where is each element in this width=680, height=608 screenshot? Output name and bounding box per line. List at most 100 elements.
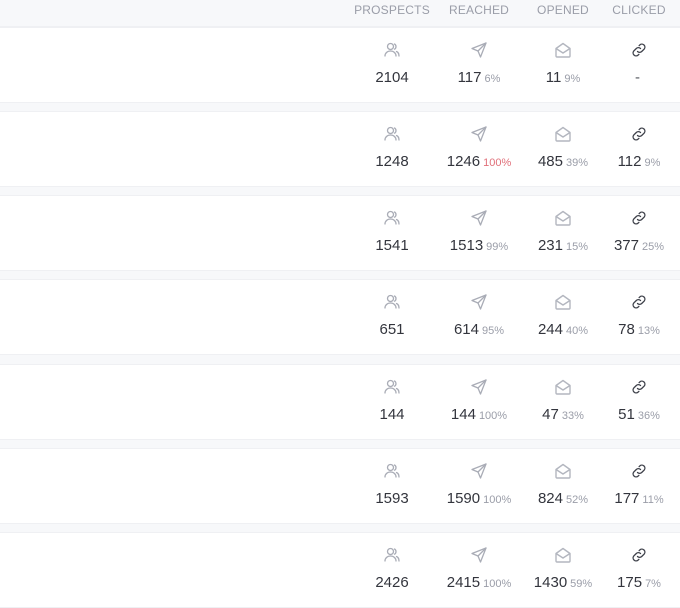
opened-value: 1430 [533, 574, 568, 591]
users-icon [383, 546, 401, 564]
clicked-cell: 177 11% [594, 449, 680, 523]
link-icon [630, 462, 648, 480]
prospects-value: 144 [379, 406, 405, 423]
campaign-row[interactable]: 2426 2415 100% 1430 59% 175 7% [0, 532, 680, 608]
link-icon [630, 41, 648, 59]
send-icon [470, 125, 488, 143]
opened-percent: 33% [561, 410, 584, 422]
prospects-cell: 1541 [347, 196, 437, 270]
envelope-open-icon [554, 293, 572, 311]
envelope-open-icon [554, 546, 572, 564]
link-icon [630, 209, 648, 227]
clicked-value: 51 [618, 406, 635, 423]
link-icon [630, 546, 648, 564]
link-icon [630, 378, 648, 396]
campaign-row[interactable]: 144 144 100% 47 33% 51 36% [0, 364, 680, 440]
reached-value: 117 [457, 69, 482, 86]
reached-percent: 100% [483, 578, 512, 590]
opened-value: 231 [537, 237, 563, 254]
reached-value: 1513 [449, 237, 484, 254]
prospects-cell: 144 [347, 365, 437, 439]
opened-value: 47 [542, 406, 559, 423]
clicked-cell: - [594, 28, 680, 102]
column-header-clicked[interactable]: CLICKED [599, 3, 679, 17]
reached-value: 144 [450, 406, 476, 423]
column-header-prospects[interactable]: PROSPECTS [352, 3, 432, 17]
campaign-row[interactable]: 1593 1590 100% 824 52% 177 11% [0, 448, 680, 524]
opened-percent: 52% [566, 494, 589, 506]
users-icon [383, 293, 401, 311]
prospects-cell: 651 [347, 280, 437, 354]
clicked-percent: 7% [645, 578, 661, 590]
prospects-cell: 1593 [347, 449, 437, 523]
users-icon [383, 462, 401, 480]
reached-cell: 1590 100% [434, 449, 524, 523]
users-icon [383, 41, 401, 59]
envelope-open-icon [554, 125, 572, 143]
send-icon [470, 378, 488, 396]
reached-percent: 100% [483, 494, 512, 506]
reached-value: 614 [453, 321, 479, 338]
opened-value: 485 [537, 153, 563, 170]
clicked-value: 377 [613, 237, 639, 254]
clicked-percent: 11% [642, 494, 664, 506]
campaign-row[interactable]: 651 614 95% 244 40% 78 13% [0, 279, 680, 355]
users-icon [383, 378, 401, 396]
clicked-percent: 9% [644, 157, 661, 169]
reached-percent: 6% [484, 73, 501, 85]
envelope-open-icon [554, 209, 572, 227]
prospects-value: 2426 [375, 574, 409, 591]
campaign-row[interactable]: 2104 117 6% 11 9% - [0, 27, 680, 103]
reached-percent: 100% [478, 410, 508, 422]
envelope-open-icon [554, 462, 572, 480]
opened-value: 824 [537, 490, 563, 507]
reached-cell: 2415 100% [434, 533, 524, 607]
prospects-value: 2104 [375, 69, 409, 86]
opened-value: 11 [545, 69, 562, 86]
envelope-open-icon [554, 41, 572, 59]
column-header-opened[interactable]: OPENED [523, 3, 603, 17]
clicked-value: - [635, 69, 640, 86]
prospects-value: 1593 [375, 490, 409, 507]
reached-value: 2415 [446, 574, 481, 591]
opened-value: 244 [537, 321, 563, 338]
reached-cell: 117 6% [434, 28, 524, 102]
send-icon [470, 209, 488, 227]
link-icon [630, 125, 648, 143]
send-icon [470, 41, 488, 59]
campaign-row[interactable]: 1541 1513 99% 231 15% 377 25% [0, 195, 680, 271]
reached-percent: 100% [483, 157, 512, 169]
clicked-percent: 13% [637, 325, 660, 337]
reached-cell: 614 95% [434, 280, 524, 354]
send-icon [470, 546, 488, 564]
clicked-cell: 377 25% [594, 196, 680, 270]
send-icon [470, 293, 488, 311]
table-header: PROSPECTS REACHED OPENED CLICKED [0, 0, 680, 27]
prospects-value: 1541 [375, 237, 409, 254]
opened-percent: 39% [566, 157, 589, 169]
reached-cell: 1513 99% [434, 196, 524, 270]
opened-percent: 9% [564, 73, 581, 85]
prospects-cell: 2426 [347, 533, 437, 607]
clicked-value: 112 [617, 153, 642, 170]
opened-percent: 40% [566, 325, 589, 337]
column-header-reached[interactable]: REACHED [439, 3, 519, 17]
clicked-value: 175 [617, 574, 643, 591]
prospects-value: 651 [379, 321, 405, 338]
reached-percent: 95% [482, 325, 505, 337]
clicked-cell: 51 36% [594, 365, 680, 439]
prospects-cell: 1248 [347, 112, 437, 186]
clicked-cell: 175 7% [594, 533, 680, 607]
users-icon [383, 209, 401, 227]
reached-value: 1246 [446, 153, 481, 170]
prospects-value: 1248 [375, 153, 409, 170]
link-icon [630, 293, 648, 311]
opened-percent: 15% [566, 241, 589, 253]
reached-cell: 144 100% [434, 365, 524, 439]
clicked-percent: 36% [637, 410, 660, 422]
clicked-percent: 25% [642, 241, 665, 253]
users-icon [383, 125, 401, 143]
reached-value: 1590 [446, 490, 481, 507]
clicked-cell: 112 9% [594, 112, 680, 186]
campaign-row[interactable]: 1248 1246 100% 485 39% 112 9% [0, 111, 680, 187]
